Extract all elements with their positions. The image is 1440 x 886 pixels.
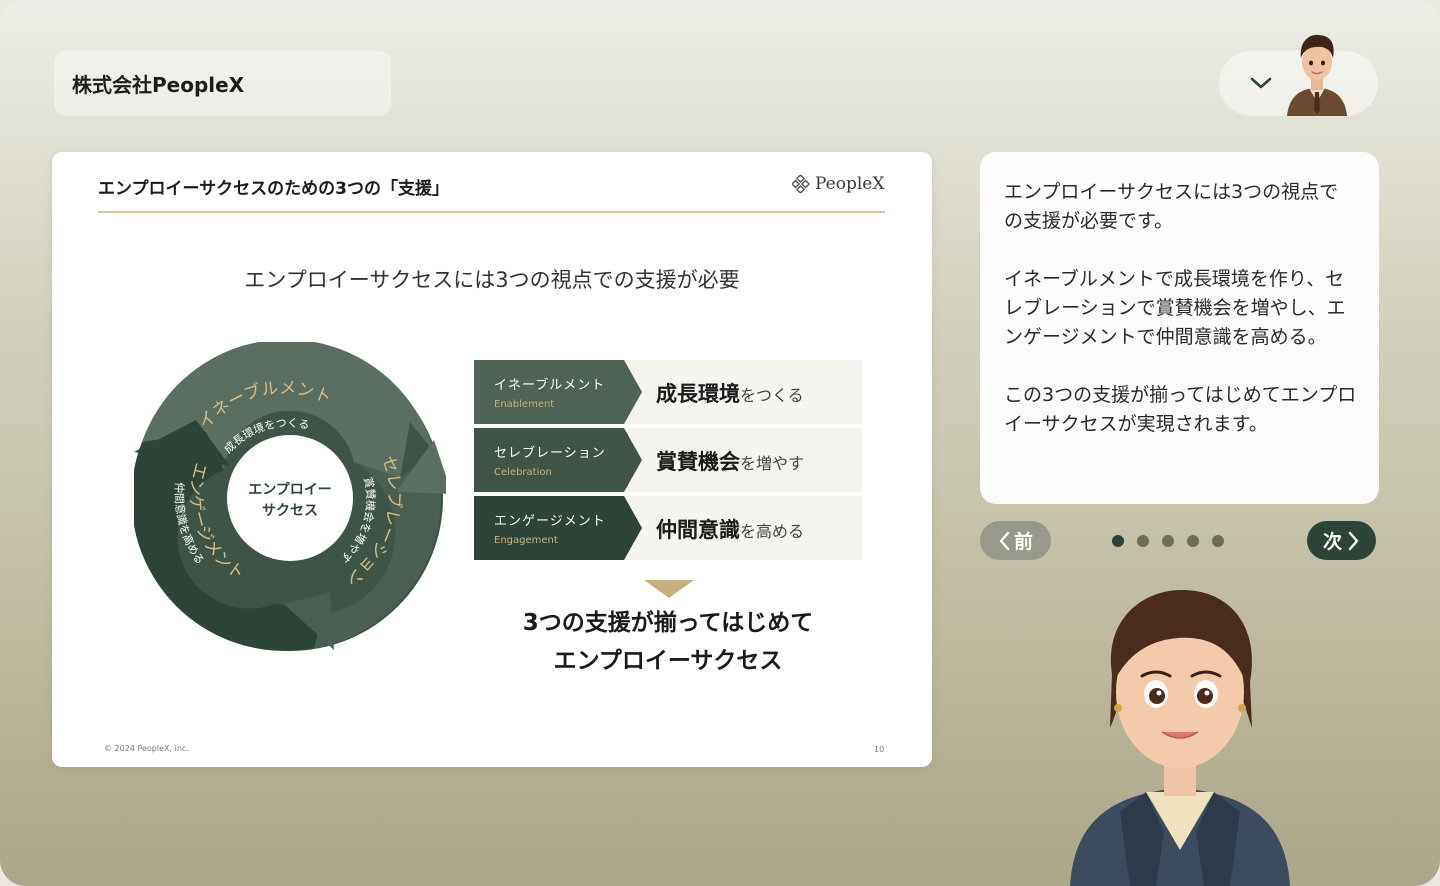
prev-button[interactable]: 前 (980, 521, 1051, 560)
support-tag-en: Engagement (494, 535, 558, 546)
support-tag: セレブレーション Celebration (474, 428, 642, 492)
conclusion-line1: 3つの支援が揃ってはじめて (522, 610, 814, 636)
narration-paragraph-2: イネーブルメントで成長環境を作り、セレブレーションで賞賛機会を増やし、エンゲージ… (1004, 268, 1346, 348)
presenter-avatar (1287, 34, 1347, 116)
support-row-engagement: エンゲージメント Engagement 仲間意識を高める (474, 496, 862, 560)
page-dot[interactable] (1212, 535, 1224, 547)
support-result-bold: 賞賛機会 (656, 450, 740, 474)
support-result-bold: 成長環境 (656, 382, 740, 406)
next-button[interactable]: 次 (1307, 521, 1376, 560)
support-result-rest: をつくる (740, 386, 804, 405)
cycle-diagram: エンプロイー サクセス イネーブルメント 成長環境をつくる セレブレーション 賞… (134, 342, 446, 651)
page-dot[interactable] (1187, 535, 1199, 547)
support-result: 成長環境をつくる (656, 378, 804, 408)
peoplex-logo-icon (792, 175, 810, 193)
assistant-avatar (1070, 590, 1290, 886)
support-tag-en: Enablement (494, 399, 555, 410)
support-tag: イネーブルメント Enablement (474, 360, 642, 424)
chevron-left-icon (999, 531, 1010, 550)
next-button-label: 次 (1322, 531, 1342, 553)
conclusion-line2: エンプロイーサクセス (553, 648, 783, 674)
presentation-slide: エンプロイーサクセスのための3つの「支援」 PeopleX エンプロイーサクセス… (52, 152, 932, 767)
slide-page-number: 10 (874, 745, 885, 754)
app-frame: 株式会社PeopleX エンプロイーサクセスのための3つの「支援」 People… (0, 0, 1440, 886)
company-name: 株式会社PeopleX (54, 51, 391, 116)
chevron-down-icon[interactable] (1249, 73, 1273, 93)
support-row-enablement: イネーブルメント Enablement 成長環境をつくる (474, 360, 862, 424)
support-result-rest: を増やす (740, 454, 805, 473)
support-result: 仲間意識を高める (656, 514, 804, 544)
page-indicator (1112, 535, 1224, 547)
support-tag-jp: エンゲージメント (494, 514, 606, 529)
support-tag-jp: イネーブルメント (494, 378, 606, 393)
support-result: 賞賛機会を増やす (656, 446, 804, 476)
support-tag: エンゲージメント Engagement (474, 496, 642, 560)
chevron-right-icon (1348, 531, 1359, 550)
narration-paragraph-3: この3つの支援が揃ってはじめてエンプロイーサクセスが実現されます。 (1004, 384, 1357, 435)
slide-conclusion: 3つの支援が揃ってはじめて エンプロイーサクセス (474, 604, 862, 680)
narration-paragraph-1: エンプロイーサクセスには3つの視点での支援が必要です。 (1004, 181, 1339, 232)
down-arrow-icon (644, 580, 694, 598)
page-dot[interactable] (1162, 535, 1174, 547)
narration-bubble: エンプロイーサクセスには3つの視点での支援が必要です。 イネーブルメントで成長環… (980, 152, 1379, 504)
support-tag-en: Celebration (494, 467, 552, 478)
slide-logo: PeopleX (792, 174, 884, 194)
cycle-center-line1: エンプロイー (248, 482, 332, 498)
slide-title: エンプロイーサクセスのための3つの「支援」 (98, 179, 449, 199)
support-tag-jp: セレブレーション (494, 446, 606, 461)
prev-button-label: 前 (1013, 531, 1033, 553)
support-result-rest: を高める (740, 522, 805, 541)
logo-text: PeopleX (815, 174, 885, 194)
slide-copyright: © 2024 PeopleX, inc. (104, 744, 189, 753)
support-row-celebration: セレブレーション Celebration 賞賛機会を増やす (474, 428, 862, 492)
title-divider (98, 211, 885, 213)
cycle-center-line2: サクセス (262, 503, 318, 519)
page-dot[interactable] (1137, 535, 1149, 547)
slide-lead: エンプロイーサクセスには3つの視点での支援が必要 (244, 268, 740, 292)
support-list: イネーブルメント Enablement 成長環境をつくる セレブレーション Ce… (474, 360, 862, 564)
support-result-bold: 仲間意識 (656, 518, 740, 542)
page-dot[interactable] (1112, 535, 1124, 547)
